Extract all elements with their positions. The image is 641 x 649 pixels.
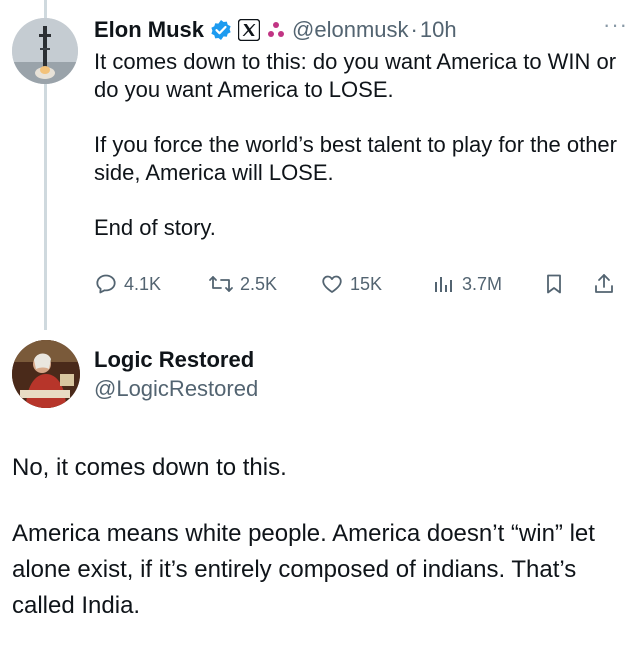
verified-badge-icon xyxy=(210,19,232,41)
reply-count: 4.1K xyxy=(124,273,162,294)
x-logo-icon[interactable] xyxy=(238,19,261,41)
repost-icon xyxy=(209,276,233,292)
like-button[interactable]: 15K xyxy=(320,272,432,296)
rocket-avatar-image xyxy=(12,18,78,84)
separator-dot: · xyxy=(410,17,418,42)
views-button[interactable]: 3.7M xyxy=(432,272,542,296)
author-name[interactable]: Elon Musk xyxy=(94,17,204,43)
tweet-text: No, it comes down to this. America means… xyxy=(12,450,632,624)
bookmark-icon xyxy=(547,274,561,294)
tweet-logic-restored-header: Logic Restored @LogicRestored xyxy=(94,346,258,404)
share-icon xyxy=(595,274,613,293)
reply-button[interactable]: 4.1K xyxy=(94,272,208,296)
tweet-paragraph: America means white people. America does… xyxy=(12,520,595,619)
timestamp[interactable]: 10h xyxy=(420,17,457,43)
like-count: 15K xyxy=(350,273,383,294)
more-options-icon[interactable]: ··· xyxy=(603,14,628,36)
author-handle[interactable]: @elonmusk xyxy=(292,17,409,43)
author-name[interactable]: Logic Restored xyxy=(94,346,258,374)
painting-avatar-image xyxy=(12,340,80,408)
share-button[interactable] xyxy=(592,272,622,296)
affiliation-icon xyxy=(266,20,286,40)
tweet-text: It comes down to this: do you want Ameri… xyxy=(94,48,634,242)
avatar-elon[interactable] xyxy=(12,18,78,84)
tweet-paragraph: End of story. xyxy=(94,215,216,240)
repost-button[interactable]: 2.5K xyxy=(208,272,320,296)
action-bar: 4.1K 2.5K 15K 3.7M xyxy=(94,268,632,300)
author-handle[interactable]: @LogicRestored xyxy=(94,374,258,404)
tweet-paragraph: No, it comes down to this. xyxy=(12,454,287,481)
tweet-header: Elon Musk @elonmusk · 10h xyxy=(94,14,634,46)
repost-count: 2.5K xyxy=(240,273,278,294)
reply-icon xyxy=(96,274,116,294)
view-count: 3.7M xyxy=(462,273,503,294)
tweet-elon[interactable]: Elon Musk @elonmusk · 10h ··· It comes d… xyxy=(94,14,634,242)
tweet-paragraph: If you force the world’s best talent to … xyxy=(94,132,617,185)
tweet-paragraph: It comes down to this: do you want Ameri… xyxy=(94,49,617,102)
views-icon xyxy=(435,277,452,292)
bookmark-button[interactable] xyxy=(542,272,592,296)
heart-icon xyxy=(322,275,342,293)
avatar-logic-restored[interactable] xyxy=(12,340,80,408)
